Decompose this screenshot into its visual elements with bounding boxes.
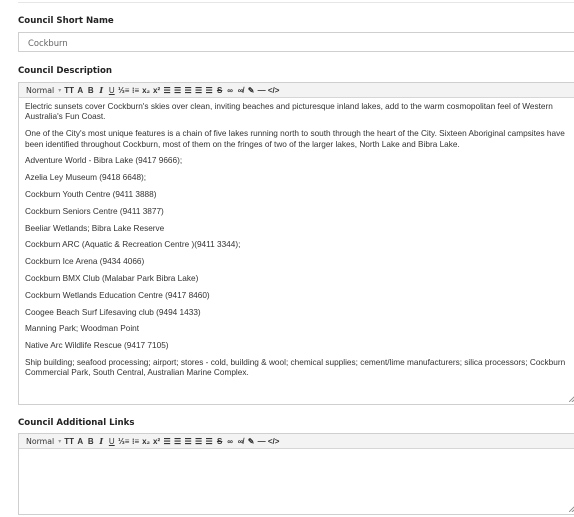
superscript-icon[interactable]: x²: [151, 434, 162, 448]
underline-icon[interactable]: U: [107, 434, 118, 448]
chevron-down-icon: ▾: [58, 438, 62, 445]
description-paragraph: Beeliar Wetlands; Bibra Lake Reserve: [25, 223, 165, 233]
unlink-icon[interactable]: ∞̸: [235, 434, 246, 448]
align-justify-icon[interactable]: ☰: [162, 83, 173, 97]
horizontal-rule-icon[interactable]: —: [256, 434, 267, 448]
bold-icon[interactable]: B: [86, 434, 97, 448]
description-paragraph: Electric sunsets cover Cockburn's skies …: [25, 102, 553, 122]
bullet-list-icon[interactable]: ⁝≡: [130, 83, 141, 97]
align-right-icon[interactable]: ☰: [183, 434, 194, 448]
clear-format-icon[interactable]: ✎: [246, 83, 257, 97]
font-size-icon[interactable]: TT: [63, 434, 75, 448]
indent-icon[interactable]: ☰: [204, 83, 215, 97]
description-paragraph: Cockburn ARC (Aquatic & Recreation Centr…: [25, 240, 241, 250]
description-label: Council Description: [18, 66, 113, 76]
bold-icon[interactable]: B: [86, 83, 97, 97]
style-select[interactable]: Normal: [25, 83, 58, 97]
style-select[interactable]: Normal: [25, 434, 58, 448]
chevron-down-icon: ▾: [58, 87, 62, 94]
align-justify-icon[interactable]: ☰: [162, 434, 173, 448]
code-view-icon[interactable]: </>: [267, 83, 281, 97]
description-paragraph: Cockburn Wetlands Education Centre (9417…: [25, 290, 210, 300]
resize-handle-icon[interactable]: [569, 396, 574, 402]
superscript-icon[interactable]: x²: [151, 83, 162, 97]
short-name-input[interactable]: Cockburn: [18, 32, 574, 52]
align-center-icon[interactable]: ☰: [193, 83, 204, 97]
subscript-icon[interactable]: x₂: [141, 83, 152, 97]
italic-icon[interactable]: I: [96, 434, 107, 448]
strikethrough-icon[interactable]: S: [214, 434, 225, 448]
description-paragraph: Native Arc Wildlife Rescue (9417 7105): [25, 341, 169, 351]
description-paragraph: Azelia Ley Museum (9418 6648);: [25, 173, 147, 183]
text-color-icon[interactable]: A: [75, 83, 86, 97]
code-view-icon[interactable]: </>: [267, 434, 281, 448]
description-content[interactable]: Electric sunsets cover Cockburn's skies …: [19, 98, 574, 379]
italic-icon[interactable]: I: [96, 83, 107, 97]
description-paragraph: Manning Park; Woodman Point: [25, 324, 140, 334]
horizontal-rule-icon[interactable]: —: [256, 83, 267, 97]
align-left-icon[interactable]: ☰: [172, 434, 183, 448]
align-right-icon[interactable]: ☰: [183, 83, 194, 97]
align-center-icon[interactable]: ☰: [193, 434, 204, 448]
align-left-icon[interactable]: ☰: [172, 83, 183, 97]
additional-links-label: Council Additional Links: [18, 418, 135, 428]
description-paragraph: Cockburn Seniors Centre (9411 3877): [25, 206, 164, 216]
link-icon[interactable]: ∞: [225, 83, 236, 97]
unlink-icon[interactable]: ∞̸: [235, 83, 246, 97]
underline-icon[interactable]: U: [107, 83, 118, 97]
ordered-list-icon[interactable]: ⅓≡: [117, 434, 130, 448]
text-color-icon[interactable]: A: [75, 434, 86, 448]
description-paragraph: Cockburn BMX Club (Malabar Park Bibra La…: [25, 273, 199, 283]
description-paragraph: Adventure World - Bibra Lake (9417 9666)…: [25, 156, 183, 166]
resize-handle-icon[interactable]: [569, 506, 574, 512]
font-size-icon[interactable]: TT: [63, 83, 75, 97]
additional-links-toolbar: Normal ▾ TT A B I U ⅓≡ ⁝≡ x₂ x² ☰ ☰ ☰ ☰ ☰ S ∞ ∞̸ ✎ — </>: [19, 434, 574, 449]
short-name-label: Council Short Name: [18, 16, 114, 26]
indent-icon[interactable]: ☰: [204, 434, 215, 448]
ordered-list-icon[interactable]: ⅓≡: [117, 83, 130, 97]
description-paragraph: Cockburn Ice Arena (9434 4066): [25, 257, 145, 267]
link-icon[interactable]: ∞: [225, 434, 236, 448]
top-divider: [18, 0, 574, 3]
bullet-list-icon[interactable]: ⁝≡: [130, 434, 141, 448]
description-paragraph: Ship building; seafood processing; airpo…: [25, 357, 566, 378]
strikethrough-icon[interactable]: S: [214, 83, 225, 97]
description-paragraph: Coogee Beach Surf Lifesaving club (9494 …: [25, 307, 201, 317]
description-paragraph: Cockburn Youth Centre (9411 3888): [25, 190, 157, 199]
clear-format-icon[interactable]: ✎: [246, 434, 257, 448]
subscript-icon[interactable]: x₂: [141, 434, 152, 448]
additional-links-editor: Normal ▾ TT A B I U ⅓≡ ⁝≡ x₂ x² ☰ ☰ ☰ ☰ ☰ S ∞ ∞̸ ✎ — </>: [18, 433, 574, 515]
description-toolbar: Normal ▾ TT A B I U ⅓≡ ⁝≡ x₂ x² ☰ ☰ ☰ ☰ ☰ S ∞ ∞̸ ✎ — </>: [19, 83, 574, 98]
description-editor: Normal ▾ TT A B I U ⅓≡ ⁝≡ x₂ x² ☰ ☰ ☰ ☰ ☰ S ∞ ∞̸ ✎ — </> Elec…: [18, 82, 574, 405]
additional-links-content[interactable]: [19, 449, 574, 509]
description-paragraph: One of the City's most unique features i…: [25, 129, 565, 149]
